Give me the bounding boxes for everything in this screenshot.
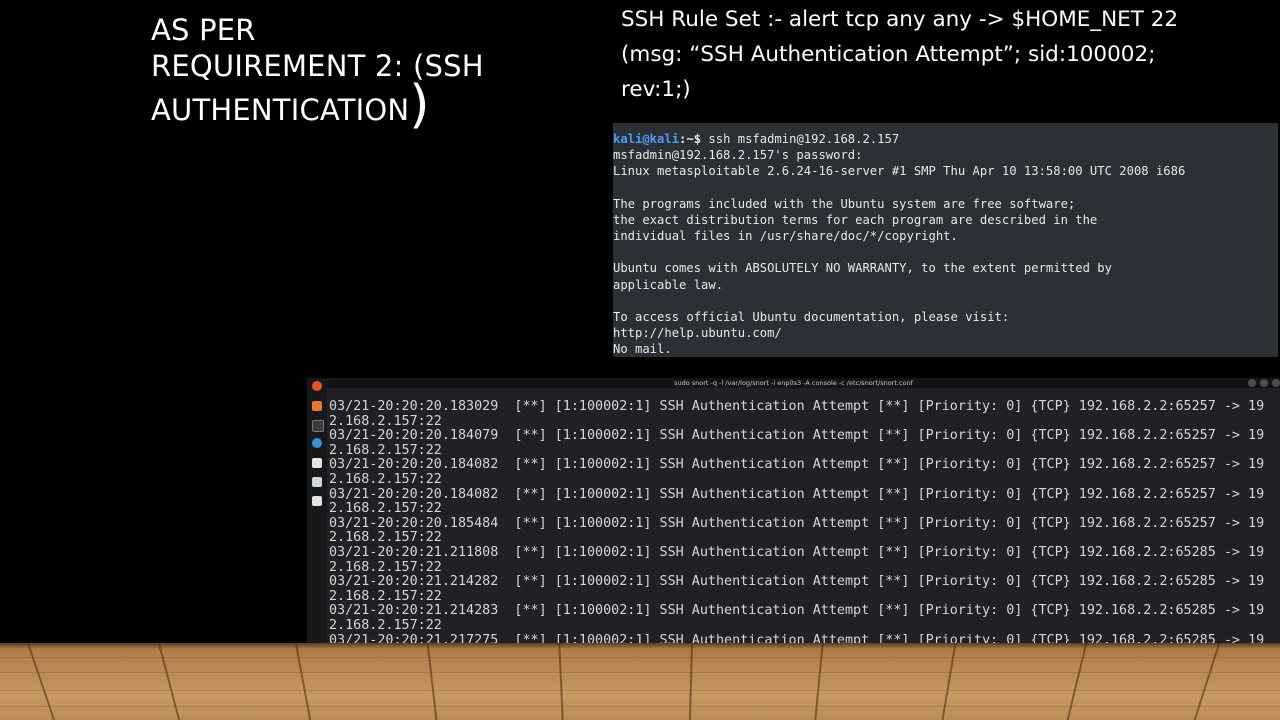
snort-log-line: 2.168.2.157:22 [329,472,442,487]
snort-log-line: 03/21-20:20:20.184082 [**] [1:100002:1] … [329,486,1265,502]
floor-plank-seam [157,643,181,720]
wood-floor-decoration [0,643,1280,720]
mail-icon[interactable] [312,458,322,468]
ssh-terminal-screenshot: kali@kali:~$ ssh msfadmin@192.168.2.157 … [613,123,1278,357]
snort-window-title: sudo snort -q -l /var/log/snort -i enp0s… [674,379,913,387]
snort-log-line: 03/21-20:20:21.211808 [**] [1:100002:1] … [329,545,1265,560]
floor-plank-seam [558,643,564,720]
floor-plank-seam [688,643,694,720]
close-button[interactable] [1272,379,1280,387]
floor-plank-seam [814,643,824,720]
floor-plank-seam [26,643,56,720]
ssh-output-line: applicable law. [613,277,724,292]
app-dock [307,378,327,643]
snort-log-line: 2.168.2.157:22 [329,530,442,546]
slide-title: AS PER REQUIREMENT 2: (SSH AUTHENTICATIO… [151,12,484,131]
ssh-output-line: To access official Ubuntu documentation,… [613,310,1010,324]
title-closing-paren: ) [409,75,430,135]
minimize-button[interactable] [1248,379,1256,387]
prompt-user: kali@kali [613,132,680,146]
firefox-icon[interactable] [312,381,322,391]
ssh-output-line: The programs included with the Ubuntu sy… [613,196,1076,211]
ssh-command: ssh msfadmin@192.168.2.157 [701,132,900,146]
snort-log-line: 2.168.2.157:22 [329,413,442,429]
snort-log-line: 2.168.2.157:22 [329,588,442,604]
ssh-output-line: Ubuntu comes with ABSOLUTELY NO WARRANTY… [613,261,1112,276]
title-line-3-text: AUTHENTICATION [151,93,410,127]
floor-grain [0,657,1280,658]
snort-log-line: 03/21-20:20:20.183029 [**] [1:100002:1] … [329,399,1265,414]
maximize-button[interactable] [1260,379,1268,387]
snort-log-line: 03/21-20:20:20.184082 [**] [1:100002:1] … [329,457,1265,473]
floor-plank-seam [294,643,312,720]
ssh-output-line: http://help.ubuntu.com/ [613,326,782,341]
ssh-output-line: msfadmin@192.168.2.157's password: [613,148,863,162]
snort-log-line: 03/21-20:20:21.214283 [**] [1:100002:1] … [329,603,1265,619]
floor-plank-seam [1193,643,1221,720]
snort-log-line: 03/21-20:20:21.214282 [**] [1:100002:1] … [329,574,1265,590]
snort-log-line: 2.168.2.157:22 [329,501,442,517]
floor-plank-seam [941,643,957,720]
snort-log-line: 2.168.2.157:22 [329,618,442,633]
snort-titlebar: sudo snort -q -l /var/log/snort -i enp0s… [307,378,1280,388]
image-icon[interactable] [312,477,322,487]
floor-plank-seam [1066,643,1088,720]
snort-log-line: 03/21-20:20:20.184079 [**] [1:100002:1] … [329,428,1265,444]
editor-icon[interactable] [312,496,322,506]
snort-log-line: 2.168.2.157:22 [329,442,442,458]
snort-terminal-window: sudo snort -q -l /var/log/snort -i enp0s… [307,378,1280,643]
rule-line-3: rev:1;) [621,77,691,102]
folder-icon[interactable] [312,401,322,411]
floor-plank-seam [426,643,438,720]
terminal-icon[interactable] [312,420,324,432]
settings-icon[interactable] [312,438,322,448]
snort-log-line: 03/21-20:20:21.217275 [**] [1:100002:1] … [329,632,1265,643]
title-line-2: REQUIREMENT 2: (SSH [151,49,484,83]
ssh-output-line: individual files in /usr/share/doc/*/cop… [613,229,958,243]
snort-log-line: 03/21-20:20:20.185484 [**] [1:100002:1] … [329,515,1265,531]
ssh-rule-text: SSH Rule Set :- alert tcp any any -> $HO… [621,2,1231,107]
floor-grain [0,706,1280,707]
floor-grain [0,672,1280,673]
prompt-path: :~$ [679,132,702,146]
ssh-output-line: Linux metasploitable 2.6.24-16-server #1… [613,164,1186,179]
ssh-output-line: No mail. [613,342,672,357]
floor-shadow [0,643,1280,649]
ssh-output-line: the exact distribution terms for each pr… [613,212,1098,227]
ssh-prompt-line: kali@kali:~$ ssh msfadmin@192.168.2.157 [613,131,899,147]
title-line-3: AUTHENTICATION) [151,79,484,131]
floor-grain [0,690,1280,691]
rule-line-2: (msg: “SSH Authentication Attempt”; sid:… [621,42,1156,67]
snort-log-line: 2.168.2.157:22 [329,559,442,575]
title-line-1: AS PER [151,13,256,47]
rule-line-1: SSH Rule Set :- alert tcp any any -> $HO… [621,7,1179,32]
